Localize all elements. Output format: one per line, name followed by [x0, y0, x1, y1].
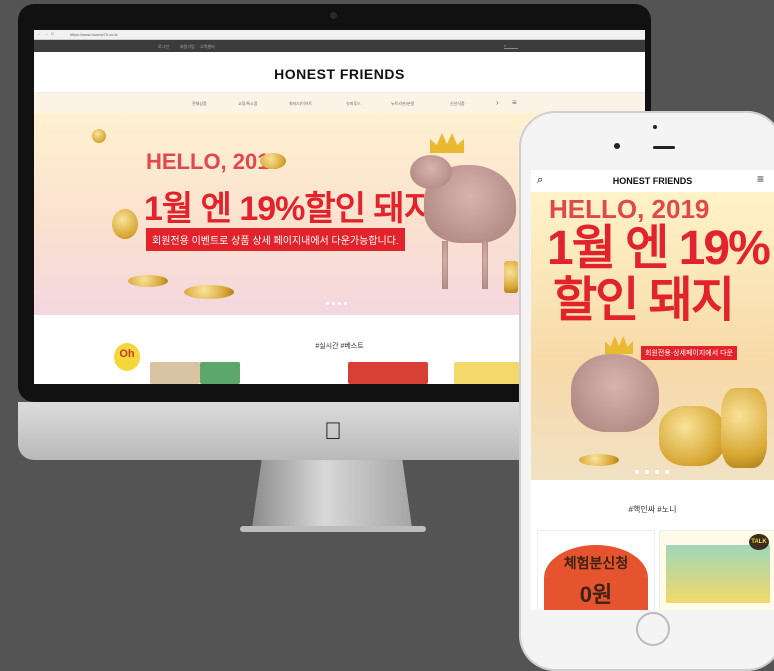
mobile-screen: ⌕ HONEST FRIENDS ≡ HELLO, 2019 1월 엔 19% …: [531, 170, 774, 610]
forward-icon[interactable]: →: [44, 31, 48, 36]
product-thumbnail: [666, 545, 770, 603]
promo-badge[interactable]: Oh: [114, 343, 140, 371]
pig-head: [410, 155, 452, 189]
imac-stand-base: [240, 526, 426, 532]
pig-leg: [442, 241, 448, 289]
nav-item-fresh[interactable]: 신선식품: [450, 101, 465, 107]
coin-stack-icon: [659, 406, 725, 466]
coin-icon: [112, 209, 138, 239]
mobile-hero-headline-1: 1월 엔 19%: [547, 222, 771, 275]
product-card-price: 0원: [579, 582, 613, 607]
pig-illustration: [571, 354, 659, 432]
product-thumbnail[interactable]: [150, 362, 200, 384]
util-link-join[interactable]: 회원가입: [180, 44, 195, 50]
coin-icon: [92, 129, 106, 143]
menu-icon[interactable]: ≡: [757, 172, 764, 186]
apple-logo-icon: : [324, 418, 342, 446]
product-card-title: 체험분신청: [563, 555, 629, 571]
product-thumbnail[interactable]: [200, 362, 240, 384]
search-icon[interactable]: ⌕: [504, 43, 506, 48]
util-link-login[interactable]: 로그인: [158, 44, 169, 50]
mobile-hero-banner[interactable]: HELLO, 2019 1월 엔 19% 할인 돼지 회원전용·상세페이지에서 …: [531, 192, 774, 480]
phone-camera-icon: [614, 143, 620, 149]
imac-stand: [252, 460, 412, 528]
coin-icon: [260, 153, 286, 169]
carousel-dot[interactable]: [635, 470, 639, 474]
mobile-hero-title: HELLO, 2019: [549, 194, 710, 224]
nav-item-superfood[interactable]: 슈퍼푸드: [346, 101, 361, 107]
coin-icon: [128, 275, 168, 287]
menu-icon[interactable]: ≡: [512, 98, 517, 107]
coin-stack-icon: [721, 388, 767, 468]
product-card[interactable]: 체험분신청 0원: [537, 530, 655, 610]
browser-toolbar: ← → C https://www.honest79.co.kr: [34, 30, 645, 40]
mobile-hero-headline-2: 할인 돼지: [553, 274, 735, 327]
mobile-logo[interactable]: HONEST FRIENDS: [531, 176, 774, 186]
carousel-dot[interactable]: [645, 470, 649, 474]
util-link-help[interactable]: 고객센터: [200, 44, 215, 50]
carousel-dot[interactable]: [332, 302, 335, 305]
nav-item-nutrition[interactable]: 뉴트리션/분말: [391, 101, 414, 107]
nav-item-diet[interactable]: 최저/다이어트: [289, 101, 312, 107]
coin-stack-icon: [504, 261, 518, 293]
crown-icon: [430, 133, 464, 153]
pig-leg: [482, 241, 488, 289]
crown-icon: [605, 336, 633, 354]
home-button[interactable]: [636, 612, 670, 646]
product-thumbnail[interactable]: [348, 362, 428, 384]
carousel-dot[interactable]: [338, 302, 341, 305]
coin-icon: [184, 285, 234, 299]
utility-bar: 로그인 회원가입 고객센터 ⌕: [34, 40, 645, 52]
nav-item-special[interactable]: 고정/특소품: [238, 101, 258, 107]
mobile-section-title: #핵인싸 #노니: [628, 505, 677, 514]
back-icon[interactable]: ←: [37, 31, 41, 36]
hero-headline: 1월 엔 19%할인 돼지: [144, 190, 435, 228]
coin-icon: [579, 454, 619, 466]
carousel-dot[interactable]: [344, 302, 347, 305]
carousel-dot[interactable]: [655, 470, 659, 474]
site-logo[interactable]: HONEST FRIENDS: [34, 66, 645, 82]
phone-speaker: [653, 146, 675, 149]
carousel-dot[interactable]: [665, 470, 669, 474]
reload-icon[interactable]: C: [51, 31, 54, 36]
kakao-talk-icon[interactable]: TALK: [749, 534, 769, 550]
chevron-right-icon[interactable]: ›: [496, 98, 499, 107]
mobile-hero-subtitle: 회원전용·상세페이지에서 다운: [641, 346, 737, 360]
hero-subtitle: 회원전용 이벤트로 상품 상세 페이지내에서 다운가능합니다.: [146, 228, 405, 251]
mobile-header: ⌕ HONEST FRIENDS ≡: [531, 170, 774, 192]
phone-sensor: [653, 125, 657, 129]
carousel-dot[interactable]: [326, 302, 329, 305]
camera-icon: [330, 12, 337, 19]
address-bar[interactable]: https://www.honest79.co.kr: [70, 32, 118, 37]
nav-item-all[interactable]: 전체상품: [192, 101, 207, 107]
